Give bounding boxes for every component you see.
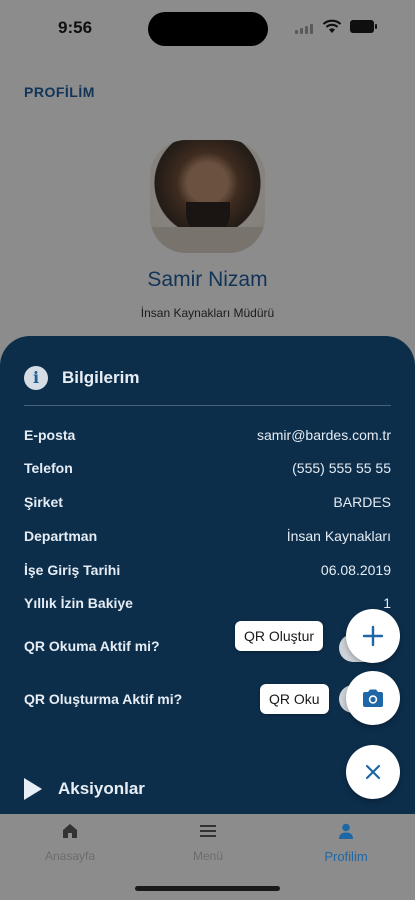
qr-create-button[interactable] (346, 609, 400, 663)
play-icon (24, 778, 42, 800)
info-section-header[interactable]: i Bilgilerim (24, 366, 139, 390)
info-value: 06.08.2019 (320, 562, 391, 578)
info-row-company: Şirket BARDES (24, 490, 391, 514)
info-row-phone: Telefon (555) 555 55 55 (24, 456, 391, 480)
qr-read-button[interactable] (346, 671, 400, 725)
actions-section-header[interactable]: Aksiyonlar (24, 778, 145, 800)
info-label: İşe Giriş Tarihi (24, 562, 121, 578)
actions-section-title: Aksiyonlar (58, 779, 145, 798)
qr-create-label[interactable]: QR Oluştur (235, 621, 324, 651)
qr-read-label[interactable]: QR Oku (260, 684, 329, 714)
toggle-row-qr-read: QR Okuma Aktif mi? (24, 634, 391, 658)
info-value: İnsan Kaynakları (286, 528, 391, 544)
camera-icon (363, 689, 383, 707)
person-icon (339, 823, 353, 839)
info-value: 1 (383, 595, 391, 611)
close-icon (365, 764, 381, 780)
info-value: samir@bardes.com.tr (256, 427, 391, 443)
toggle-label: QR Oluşturma Aktif mi? (24, 691, 183, 707)
info-label: Departman (24, 528, 98, 544)
plus-icon (362, 625, 384, 647)
divider (24, 405, 391, 406)
info-label: Telefon (24, 460, 73, 476)
toggle-label: QR Okuma Aktif mi? (24, 638, 160, 654)
profile-screen: 9:56 PROFİLİM Samir Nizam İnsan Kaynakla… (0, 0, 415, 900)
info-label: Yıllık İzin Bakiye (24, 595, 133, 611)
home-indicator[interactable] (135, 886, 280, 891)
info-row-leave-balance: Yıllık İzin Bakiye 1 (24, 591, 391, 615)
info-value: (555) 555 55 55 (292, 460, 391, 476)
info-row-email: E-posta samir@bardes.com.tr (24, 423, 391, 447)
tab-label: Profilim (324, 849, 368, 864)
info-label: E-posta (24, 427, 76, 443)
close-fab-button[interactable] (346, 745, 400, 799)
info-label: Şirket (24, 494, 63, 510)
info-icon: i (24, 366, 48, 390)
tab-profile[interactable]: Profilim (286, 822, 406, 864)
info-row-department: Departman İnsan Kaynakları (24, 524, 391, 548)
toggle-row-qr-create: QR Oluşturma Aktif mi? (24, 687, 391, 711)
info-value: BARDES (333, 494, 391, 510)
info-row-start-date: İşe Giriş Tarihi 06.08.2019 (24, 558, 391, 582)
info-section-title: Bilgilerim (62, 368, 140, 387)
